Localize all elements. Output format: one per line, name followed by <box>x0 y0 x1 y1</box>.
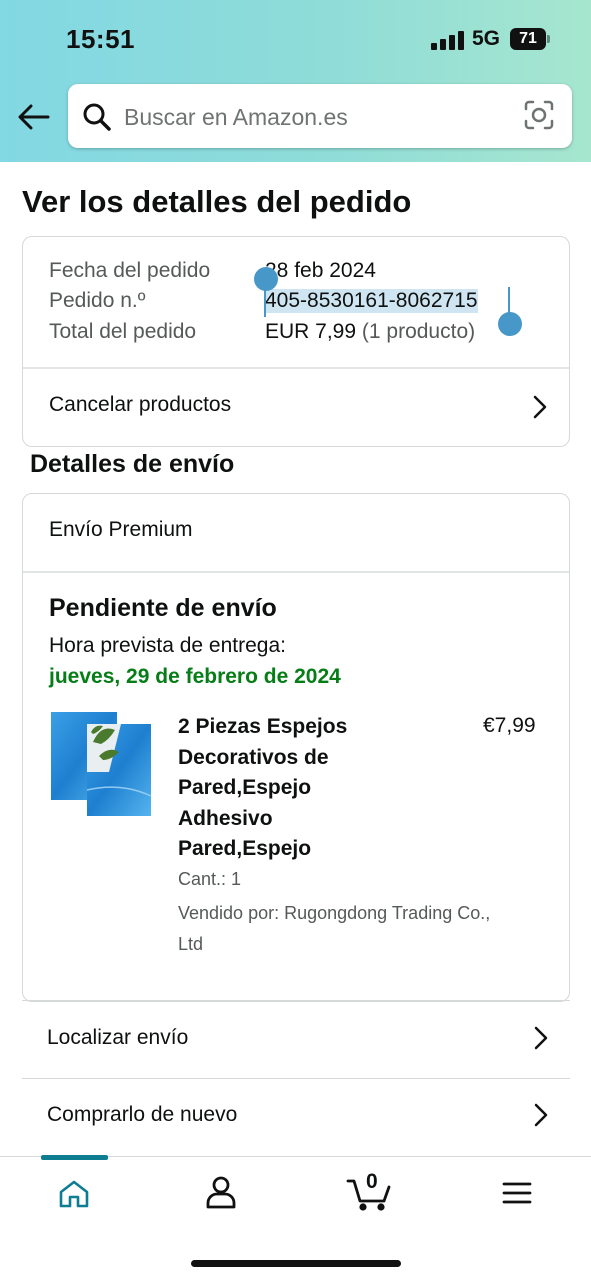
divider <box>23 571 569 573</box>
shipping-section-title: Detalles de envío <box>30 450 235 478</box>
chevron-right-icon <box>530 1102 550 1128</box>
selection-start-caret <box>264 287 266 317</box>
seller-line: Ltd <box>178 934 204 954</box>
eta-label: Hora prevista de entrega: <box>49 634 286 657</box>
search-input[interactable]: Buscar en Amazon.es <box>68 84 572 148</box>
order-number-label: Pedido n.º <box>49 289 146 312</box>
product-title-line: Adhesivo <box>178 806 273 830</box>
active-tab-indicator <box>41 1155 108 1160</box>
menu-icon[interactable] <box>502 1181 532 1210</box>
search-icon <box>82 102 112 137</box>
product-title-line: 2 Piezas Espejos <box>178 715 348 738</box>
shipment-card: Envío Premium Pendiente de envío Hora pr… <box>22 493 570 1002</box>
track-shipment-label: Localizar envío <box>47 1026 189 1049</box>
home-indicator <box>191 1260 401 1267</box>
order-date-label: Fecha del pedido <box>49 259 211 282</box>
product-quantity: Cant.: 1 <box>178 869 242 889</box>
order-number-value[interactable]: 405-8530161-8062715 <box>265 289 478 313</box>
network-type: 5G <box>472 27 501 50</box>
selection-start-handle[interactable] <box>254 267 278 291</box>
product-title-line: Decorativos de <box>178 745 329 769</box>
seller-line: Vendido por: Rugongdong Trading Co., <box>178 903 491 923</box>
eta-date: jueves, 29 de febrero de 2024 <box>49 665 341 688</box>
shipping-method: Envío Premium <box>49 518 193 541</box>
signal-icon <box>431 30 465 50</box>
page-title: Ver los detalles del pedido <box>22 184 412 219</box>
chevron-right-icon <box>529 394 549 420</box>
order-total-label: Total del pedido <box>49 320 197 343</box>
order-summary-card: Fecha del pedido 28 feb 2024 Pedido n.º … <box>22 236 570 447</box>
cancel-products-label: Cancelar productos <box>49 393 232 416</box>
user-icon[interactable] <box>205 1175 237 1214</box>
battery-icon: 71 <box>510 28 550 50</box>
product-title-line: Pared,Espejo <box>178 776 312 799</box>
buy-again-row[interactable]: Comprarlo de nuevo <box>22 1078 570 1156</box>
product-title[interactable]: 2 Piezas Espejos Decorativos de Pared,Es… <box>178 712 347 865</box>
camera-scan-icon[interactable] <box>524 100 554 135</box>
cancel-products-row[interactable]: Cancelar productos <box>23 368 569 446</box>
back-arrow-icon[interactable] <box>16 100 52 136</box>
order-total-value: EUR 7,99 <box>265 320 357 343</box>
search-placeholder: Buscar en Amazon.es <box>124 104 348 130</box>
header: 15:51 5G 71 Buscar en Amazon.es <box>0 0 591 162</box>
product-seller: Vendido por: Rugongdong Trading Co., Ltd <box>178 898 490 960</box>
buy-again-label: Comprarlo de nuevo <box>47 1103 238 1126</box>
home-icon[interactable] <box>58 1179 90 1214</box>
product-title-line: Pared,Espejo <box>178 837 312 860</box>
selection-end-handle[interactable] <box>498 312 522 336</box>
product-image[interactable] <box>51 712 155 818</box>
shipment-status: Pendiente de envío <box>49 594 277 622</box>
product-price: €7,99 <box>483 714 536 737</box>
track-shipment-row[interactable]: Localizar envío <box>22 1000 570 1078</box>
cart-count-badge: 0 <box>366 1170 378 1193</box>
chevron-right-icon <box>530 1025 550 1051</box>
order-total: EUR 7,99 (1 producto) <box>265 320 475 344</box>
order-item-count: (1 producto) <box>361 320 476 343</box>
status-time: 15:51 <box>66 24 135 54</box>
order-date-value: 28 feb 2024 <box>265 259 376 282</box>
